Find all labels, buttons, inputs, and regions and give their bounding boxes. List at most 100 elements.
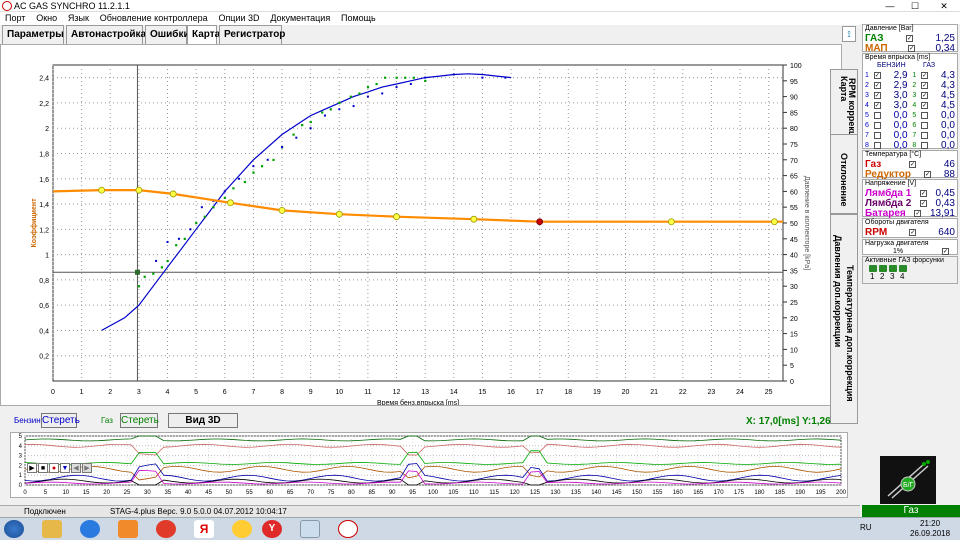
gas-cyl-checkbox[interactable] [921,141,929,149]
petrol-cyl-checkbox[interactable]: ✓ [873,101,881,109]
menu-docs[interactable]: Документация [270,13,330,23]
coefficient-marker [227,199,234,207]
x-tick-label: 22 [679,389,687,396]
gas-point [223,196,226,199]
y-right-tick-label: 30 [790,284,798,291]
ie-icon[interactable] [80,520,100,538]
load-checkbox[interactable]: ✓ [942,248,949,255]
petrol-point [200,206,203,209]
gas-cyl-checkbox[interactable]: ✓ [921,101,929,109]
gas-cyl-checkbox[interactable]: ✓ [921,81,929,89]
opera-icon[interactable] [156,520,176,538]
gas-cyl-checkbox[interactable]: ✓ [921,71,929,79]
injector-1-num: 1 [870,272,875,281]
reducer-temp-value: 88 [943,168,955,180]
menu-help[interactable]: Помощь [341,13,376,23]
injection-caption: Время впрыска [ms] [865,54,931,61]
gas-temp-checkbox[interactable]: ✓ [909,160,917,168]
ac-gas-taskbar-icon[interactable] [338,520,358,538]
reducer-temp-checkbox[interactable]: ✓ [923,170,931,178]
petrol-cyl-checkbox[interactable]: ✓ [873,81,881,89]
injector-2-num: 2 [880,272,885,281]
tool-icon[interactable] [300,520,320,538]
gas-pressure-checkbox[interactable]: ✓ [906,34,914,42]
chrome-icon[interactable] [232,520,252,538]
petrol-point [409,82,412,85]
petrol-cyl-checkbox[interactable]: ✓ [873,71,881,79]
menu-port[interactable]: Порт [5,13,25,23]
svg-text:Б/Г: Б/Г [903,482,914,489]
clock-time: 21:20 [920,519,941,528]
lambda1-checkbox[interactable]: ✓ [919,189,927,197]
recorder-x-tick-label: 65 [287,490,294,496]
gas-point [395,76,398,79]
gas-cyl-checkbox[interactable] [921,121,929,129]
vtab-deviation[interactable]: Отклонение [830,134,858,214]
petrol-cyl-checkbox[interactable] [873,111,881,119]
gas-cyl-checkbox[interactable] [921,111,929,119]
gas-cyl-checkbox[interactable]: ✓ [921,91,929,99]
media-icon[interactable] [118,520,138,538]
petrol-cyl-checkbox[interactable] [873,141,881,149]
view-3d-button[interactable]: Вид 3D [168,413,238,428]
tab-errors[interactable]: Ошибки [145,25,190,44]
x-tick-label: 23 [708,389,716,396]
recorder-chart-svg[interactable]: 0123450 5 10 15 20 25 30 35 40 45 50 55 60 65 70 75 80 85… [11,433,847,497]
gas-cyl-checkbox[interactable] [921,131,929,139]
maximize-button[interactable]: ☐ [905,0,925,12]
x-axis-label: Время бенз.впрыска [ms] [377,399,459,405]
yandex-browser-icon[interactable]: Y [262,520,282,538]
rpm-checkbox[interactable]: ✓ [909,228,917,236]
battery-checkbox[interactable]: ✓ [914,209,922,217]
marker-icon[interactable]: ▼ [60,463,70,473]
tab-parameters[interactable]: Параметры [2,25,64,44]
injector-4-num: 4 [900,272,905,281]
gas-point [384,76,387,79]
map-pressure-checkbox[interactable]: ✓ [908,44,916,52]
x-tick-label: 25 [765,389,773,396]
petrol-cyl-checkbox[interactable] [873,121,881,129]
petrol-cyl-num: 2 [865,81,869,89]
play-icon[interactable]: ▶ [27,463,37,473]
vtab-temp-pressure[interactable]: Температурная доп.коррекция Давления доп… [830,214,858,424]
petrol-cyl-checkbox[interactable]: ✓ [873,91,881,99]
injection-row: 5 0,0 5 0,0 [863,110,957,121]
map-chart[interactable]: 0 1 2 3 4 5 6 7 8 9 10 11 12 13 14 15 16 17 18 19 20 21 22 23 24… [0,44,842,407]
recorder-x-tick-label: 100 [428,490,439,496]
window-title: AC GAS SYNCHRO 11.2.1.1 [14,1,130,11]
tab-recorder[interactable]: Регистратор [219,25,285,44]
bg-switch-icon: Б/Г [887,460,930,499]
stop-icon[interactable]: ■ [38,463,48,473]
map-pressure-value: 0,34 [935,42,955,54]
petrol-cyl-checkbox[interactable] [873,131,881,139]
recorder-chart[interactable]: 0 1 2 3 4 5 0 5 10 15 20 25 30 35 40 45 50 55 60 65 70 75 80 85… [10,432,848,498]
explorer-icon[interactable] [42,520,62,538]
menu-3d-options[interactable]: Опции 3D [218,13,259,23]
recorder-y-tick-label: 2 [19,463,23,469]
recorder-x-tick-label: 95 [409,490,416,496]
playback-controls: ▶ ■ ● ▼ ◀ ▶ [27,463,92,473]
tab-autotune[interactable]: Автонастройка [66,25,146,44]
menu-window[interactable]: Окно [36,13,57,23]
start-icon[interactable] [4,520,24,538]
menu-language[interactable]: Язык [68,13,89,23]
minimize-button[interactable]: — [880,0,900,12]
recorder-x-tick-label: 160 [673,490,684,496]
load-value: 1% [893,248,904,255]
clear-petrol-button[interactable]: Стереть [41,413,80,428]
yandex-icon[interactable]: Я [194,520,214,538]
language-indicator[interactable]: RU [860,523,872,532]
tab-map[interactable]: Карта [187,25,220,44]
record-icon[interactable]: ● [49,463,59,473]
map-chart-svg[interactable]: 0 1 2 3 4 5 6 7 8 9 10 11 12 13 14 15 16 17 18 19 20 21 22 23 24… [1,45,841,407]
rpm-box: Обороты двигателя RPM ✓ 640 [862,218,958,238]
clear-gas-button[interactable]: Стереть [120,413,159,428]
app-icon [2,1,12,11]
close-button[interactable]: ✕ [930,0,958,12]
menu-update[interactable]: Обновление контроллера [100,13,208,23]
step-forward-icon[interactable]: ▶ [82,463,92,473]
pin-icon[interactable]: ⟟ [842,26,856,42]
y-right-tick-label: 75 [790,142,798,149]
step-back-icon[interactable]: ◀ [71,463,81,473]
lambda2-checkbox[interactable]: ✓ [919,199,927,207]
